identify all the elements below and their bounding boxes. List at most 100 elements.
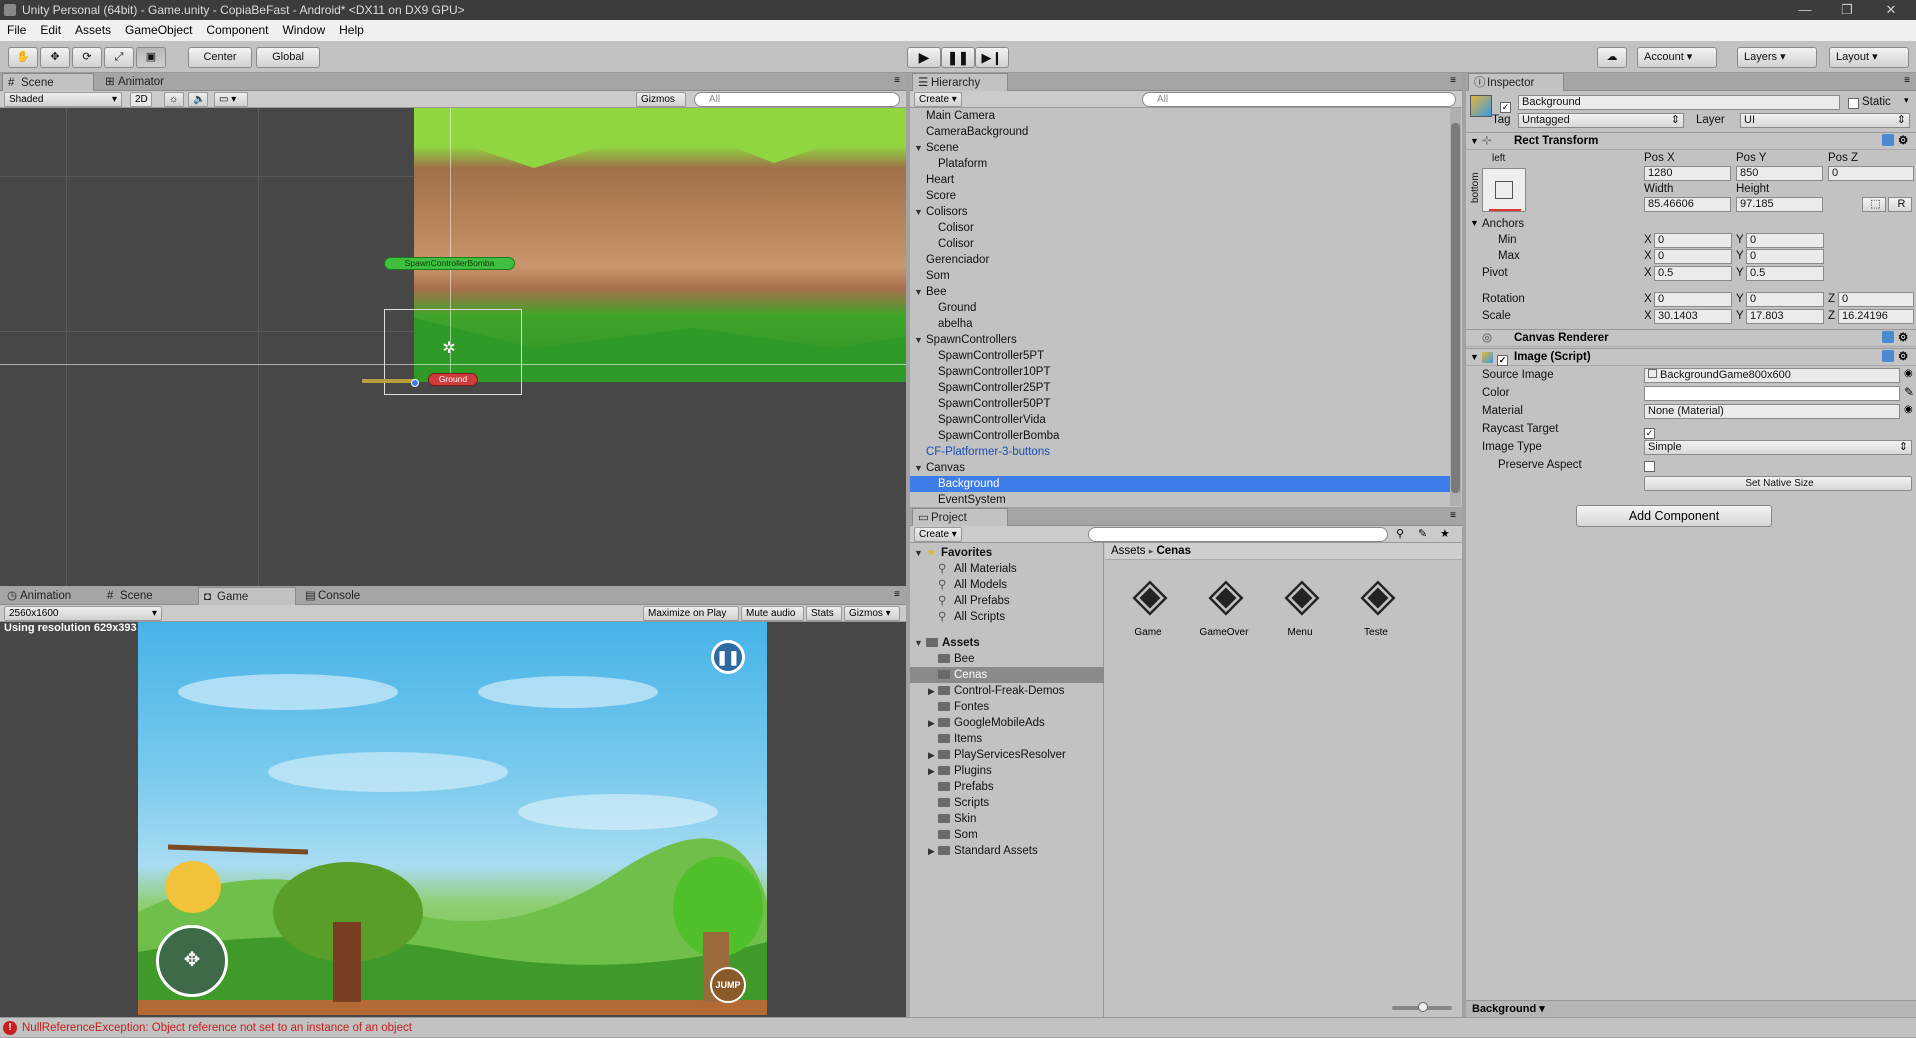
expand-arrow-icon[interactable]: ▶ — [928, 683, 935, 699]
blueprint-mode-button[interactable]: ⬚ — [1862, 197, 1886, 212]
tab-inspector[interactable]: ⓘ Inspector — [1468, 73, 1564, 91]
zoom-slider[interactable] — [1392, 1002, 1452, 1012]
star-icon[interactable]: ★ — [1440, 527, 1450, 540]
tab-animator[interactable]: ⊞ Animator — [100, 73, 190, 91]
hierarchy-item[interactable]: SpawnController25PT — [910, 380, 1450, 396]
joystick-icon[interactable]: ✥ — [156, 925, 228, 997]
filter-type-icon[interactable]: ⚲ — [1396, 527, 1404, 540]
anchors-max-y-field[interactable]: 0 — [1746, 249, 1824, 264]
hierarchy-scrollbar[interactable] — [1450, 108, 1461, 506]
menu-edit[interactable]: Edit — [33, 20, 68, 41]
rotation-y-field[interactable]: 0 — [1746, 292, 1824, 307]
tab-hierarchy[interactable]: ☰ Hierarchy — [912, 73, 1008, 91]
menu-help[interactable]: Help — [332, 20, 371, 41]
tab-console[interactable]: ▤ Console — [300, 587, 390, 605]
hierarchy-item[interactable]: Som — [910, 268, 1450, 284]
close-button[interactable]: ✕ — [1876, 0, 1906, 20]
tag-dropdown[interactable]: Untagged ⇕ — [1518, 113, 1684, 128]
hierarchy-item[interactable]: CF-Platformer-3-buttons — [910, 444, 1450, 460]
hierarchy-item[interactable]: Colisor — [910, 236, 1450, 252]
layers-dropdown[interactable]: Layers ▾ — [1737, 47, 1817, 68]
play-button[interactable]: ▶ — [907, 47, 941, 68]
assets-header[interactable]: ▼ Assets — [910, 635, 1104, 651]
hierarchy-item[interactable]: abelha — [910, 316, 1450, 332]
rotate-tool-icon[interactable]: ⟳ — [72, 47, 102, 68]
hierarchy-item[interactable]: SpawnController50PT — [910, 396, 1450, 412]
breadcrumb-cenas[interactable]: Cenas — [1156, 545, 1191, 557]
scene-asset[interactable]: ◈ Menu — [1267, 565, 1333, 645]
scene-search-input[interactable]: All — [694, 92, 900, 107]
folder-item[interactable]: Skin — [910, 811, 1104, 827]
hierarchy-item[interactable]: SpawnControllerBomba — [910, 428, 1450, 444]
panel-menu-icon[interactable]: ≡ — [1904, 75, 1910, 86]
mode-2d-button[interactable]: 2D — [130, 92, 152, 107]
expand-arrow-icon[interactable]: ▼ — [914, 140, 923, 156]
panel-menu-icon[interactable]: ≡ — [894, 75, 900, 86]
panel-menu-icon[interactable]: ≡ — [894, 589, 900, 600]
hierarchy-item[interactable]: Plataform — [910, 156, 1450, 172]
bee-gizmo-icon[interactable]: ✲ — [440, 338, 458, 368]
jump-button[interactable]: JUMP — [710, 967, 746, 1003]
hierarchy-item[interactable]: SpawnController10PT — [910, 364, 1450, 380]
mute-audio-button[interactable]: Mute audio — [741, 606, 804, 621]
preview-footer[interactable]: Background ▾ — [1466, 1000, 1916, 1017]
step-button[interactable]: ▶❙ — [975, 47, 1009, 68]
folder-item[interactable]: Prefabs — [910, 779, 1104, 795]
expand-arrow-icon[interactable]: ▶ — [928, 715, 935, 731]
folder-item[interactable]: ▶ Plugins — [910, 763, 1104, 779]
rotation-x-field[interactable]: 0 — [1654, 292, 1732, 307]
hierarchy-item[interactable]: CameraBackground — [910, 124, 1450, 140]
scale-y-field[interactable]: 17.803 — [1746, 309, 1824, 324]
ground-label[interactable]: Ground — [428, 373, 478, 386]
hierarchy-item[interactable]: ▼ Scene — [910, 140, 1450, 156]
audio-icon[interactable]: 🔈 — [188, 92, 208, 107]
plataform-sprite[interactable] — [362, 379, 417, 383]
tab-scene[interactable]: # Scene — [2, 73, 94, 91]
hierarchy-item[interactable]: Gerenciador — [910, 252, 1450, 268]
hierarchy-search-input[interactable]: All — [1142, 92, 1456, 107]
folder-item[interactable]: Bee — [910, 651, 1104, 667]
active-checkbox[interactable]: ✓ — [1500, 97, 1511, 113]
object-picker-icon[interactable]: ◉ — [1904, 404, 1913, 415]
hierarchy-item[interactable]: Colisor — [910, 220, 1450, 236]
game-render[interactable]: ❚❚ ✥ JUMP — [138, 622, 767, 1015]
collapse-arrow-icon[interactable]: ▼ — [1470, 133, 1479, 150]
hierarchy-item[interactable]: ▼ SpawnControllers — [910, 332, 1450, 348]
scale-tool-icon[interactable]: ⤢ — [104, 47, 134, 68]
maximize-on-play-button[interactable]: Maximize on Play — [643, 606, 739, 621]
pivot-x-field[interactable]: 0.5 — [1654, 266, 1732, 281]
scene-asset[interactable]: ◈ Game — [1115, 565, 1181, 645]
static-checkbox[interactable] — [1848, 96, 1859, 110]
image-type-dropdown[interactable]: Simple ⇕ — [1644, 440, 1912, 455]
color-field[interactable] — [1644, 386, 1900, 401]
width-field[interactable]: 85.46606 — [1644, 197, 1731, 212]
layer-dropdown[interactable]: UI ⇕ — [1740, 113, 1910, 128]
hierarchy-item[interactable]: Background — [910, 476, 1450, 492]
image-script-header[interactable]: ▼ ✓ Image (Script) ⚙ — [1466, 348, 1916, 366]
folder-item[interactable]: Cenas — [910, 667, 1104, 683]
favorite-item[interactable]: ⚲ All Prefabs — [910, 593, 1104, 609]
tab-animation[interactable]: ◷ Animation — [2, 587, 94, 605]
maximize-button[interactable]: ❐ — [1832, 0, 1862, 20]
filter-label-icon[interactable]: ✎ — [1418, 527, 1427, 540]
hierarchy-create-dropdown[interactable]: Create ▾ — [914, 92, 962, 107]
folder-item[interactable]: Som — [910, 827, 1104, 843]
gear-icon[interactable]: ⚙ — [1898, 349, 1908, 366]
eyedropper-icon[interactable]: ✎ — [1904, 385, 1914, 399]
expand-arrow-icon[interactable]: ▶ — [928, 763, 935, 779]
folder-item[interactable]: ▶ GoogleMobileAds — [910, 715, 1104, 731]
account-dropdown[interactable]: Account ▾ — [1637, 47, 1717, 68]
menu-file[interactable]: File — [0, 20, 33, 41]
expand-arrow-icon[interactable]: ▶ — [928, 843, 935, 859]
lighting-icon[interactable]: ☼ — [164, 92, 184, 107]
posy-field[interactable]: 850 — [1736, 166, 1823, 181]
gear-icon[interactable]: ⚙ — [1898, 330, 1908, 347]
rect-transform-header[interactable]: ▼ ⊹ Rect Transform ⚙ — [1466, 132, 1916, 150]
effects-icon[interactable]: ▭ ▾ — [214, 92, 248, 107]
height-field[interactable]: 97.185 — [1736, 197, 1823, 212]
folder-item[interactable]: ▶ PlayServicesResolver — [910, 747, 1104, 763]
scene-asset[interactable]: ◈ GameOver — [1191, 565, 1257, 645]
scene-viewport[interactable]: ✲ SpawnControllerBomba Ground — [0, 108, 906, 586]
menu-assets[interactable]: Assets — [68, 20, 118, 41]
folder-item[interactable]: ▶ Standard Assets — [910, 843, 1104, 859]
